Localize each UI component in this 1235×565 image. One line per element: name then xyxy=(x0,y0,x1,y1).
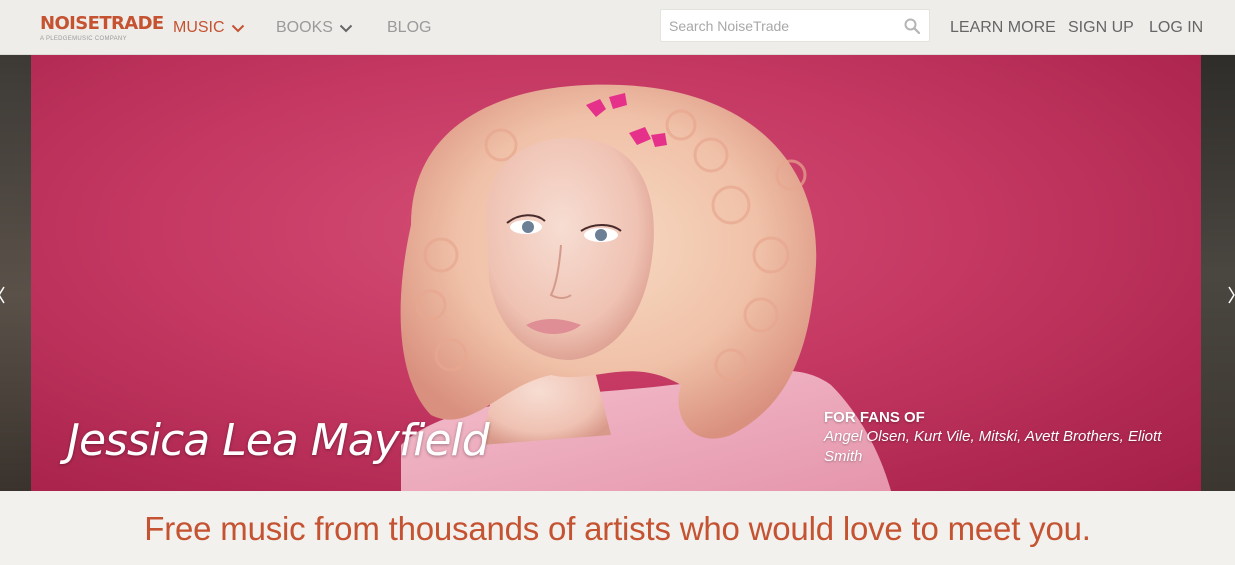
previous-slide-peek[interactable] xyxy=(0,55,31,491)
site-header: NOISETRADE A PLEDGEMUSIC COMPANY MUSIC B… xyxy=(0,0,1235,55)
chevron-down-icon xyxy=(339,17,353,39)
nav-blog-label: BLOG xyxy=(387,19,432,36)
featured-artist-slide[interactable]: Jessica Lea Mayfield FOR FANS OF Angel O… xyxy=(31,55,1201,491)
search-input[interactable] xyxy=(661,10,896,41)
nav-music[interactable]: MUSIC xyxy=(173,17,245,39)
similar-artists-list: Angel Olsen, Kurt Vile, Mitski, Avett Br… xyxy=(824,428,1162,465)
featured-artist-name[interactable]: Jessica Lea Mayfield xyxy=(67,415,490,466)
sign-up-link[interactable]: SIGN UP xyxy=(1068,17,1134,39)
logo-tagline: A PLEDGEMUSIC COMPANY xyxy=(40,36,127,42)
nav-music-label: MUSIC xyxy=(173,19,225,36)
tagline-band: Free music from thousands of artists who… xyxy=(0,491,1235,565)
nav-books-label: BOOKS xyxy=(276,19,333,36)
noisetrade-logo[interactable]: NOISETRADE A PLEDGEMUSIC COMPANY xyxy=(40,13,164,45)
nav-blog[interactable]: BLOG xyxy=(387,17,431,39)
site-tagline: Free music from thousands of artists who… xyxy=(144,510,1091,547)
for-fans-of-block: FOR FANS OF Angel Olsen, Kurt Vile, Mits… xyxy=(824,408,1184,467)
next-slide-peek[interactable] xyxy=(1201,55,1235,491)
chevron-down-icon xyxy=(231,17,245,39)
chevron-left-icon[interactable] xyxy=(0,285,8,305)
nav-books[interactable]: BOOKS xyxy=(276,17,353,39)
search-icon[interactable] xyxy=(904,18,921,35)
for-fans-of-label: FOR FANS OF xyxy=(824,409,925,426)
chevron-right-icon[interactable] xyxy=(1227,285,1235,305)
learn-more-link[interactable]: LEARN MORE xyxy=(950,17,1056,39)
log-in-link[interactable]: LOG IN xyxy=(1149,17,1203,39)
logo-wordmark: NOISETRADE xyxy=(40,13,164,34)
search-box xyxy=(660,9,930,42)
